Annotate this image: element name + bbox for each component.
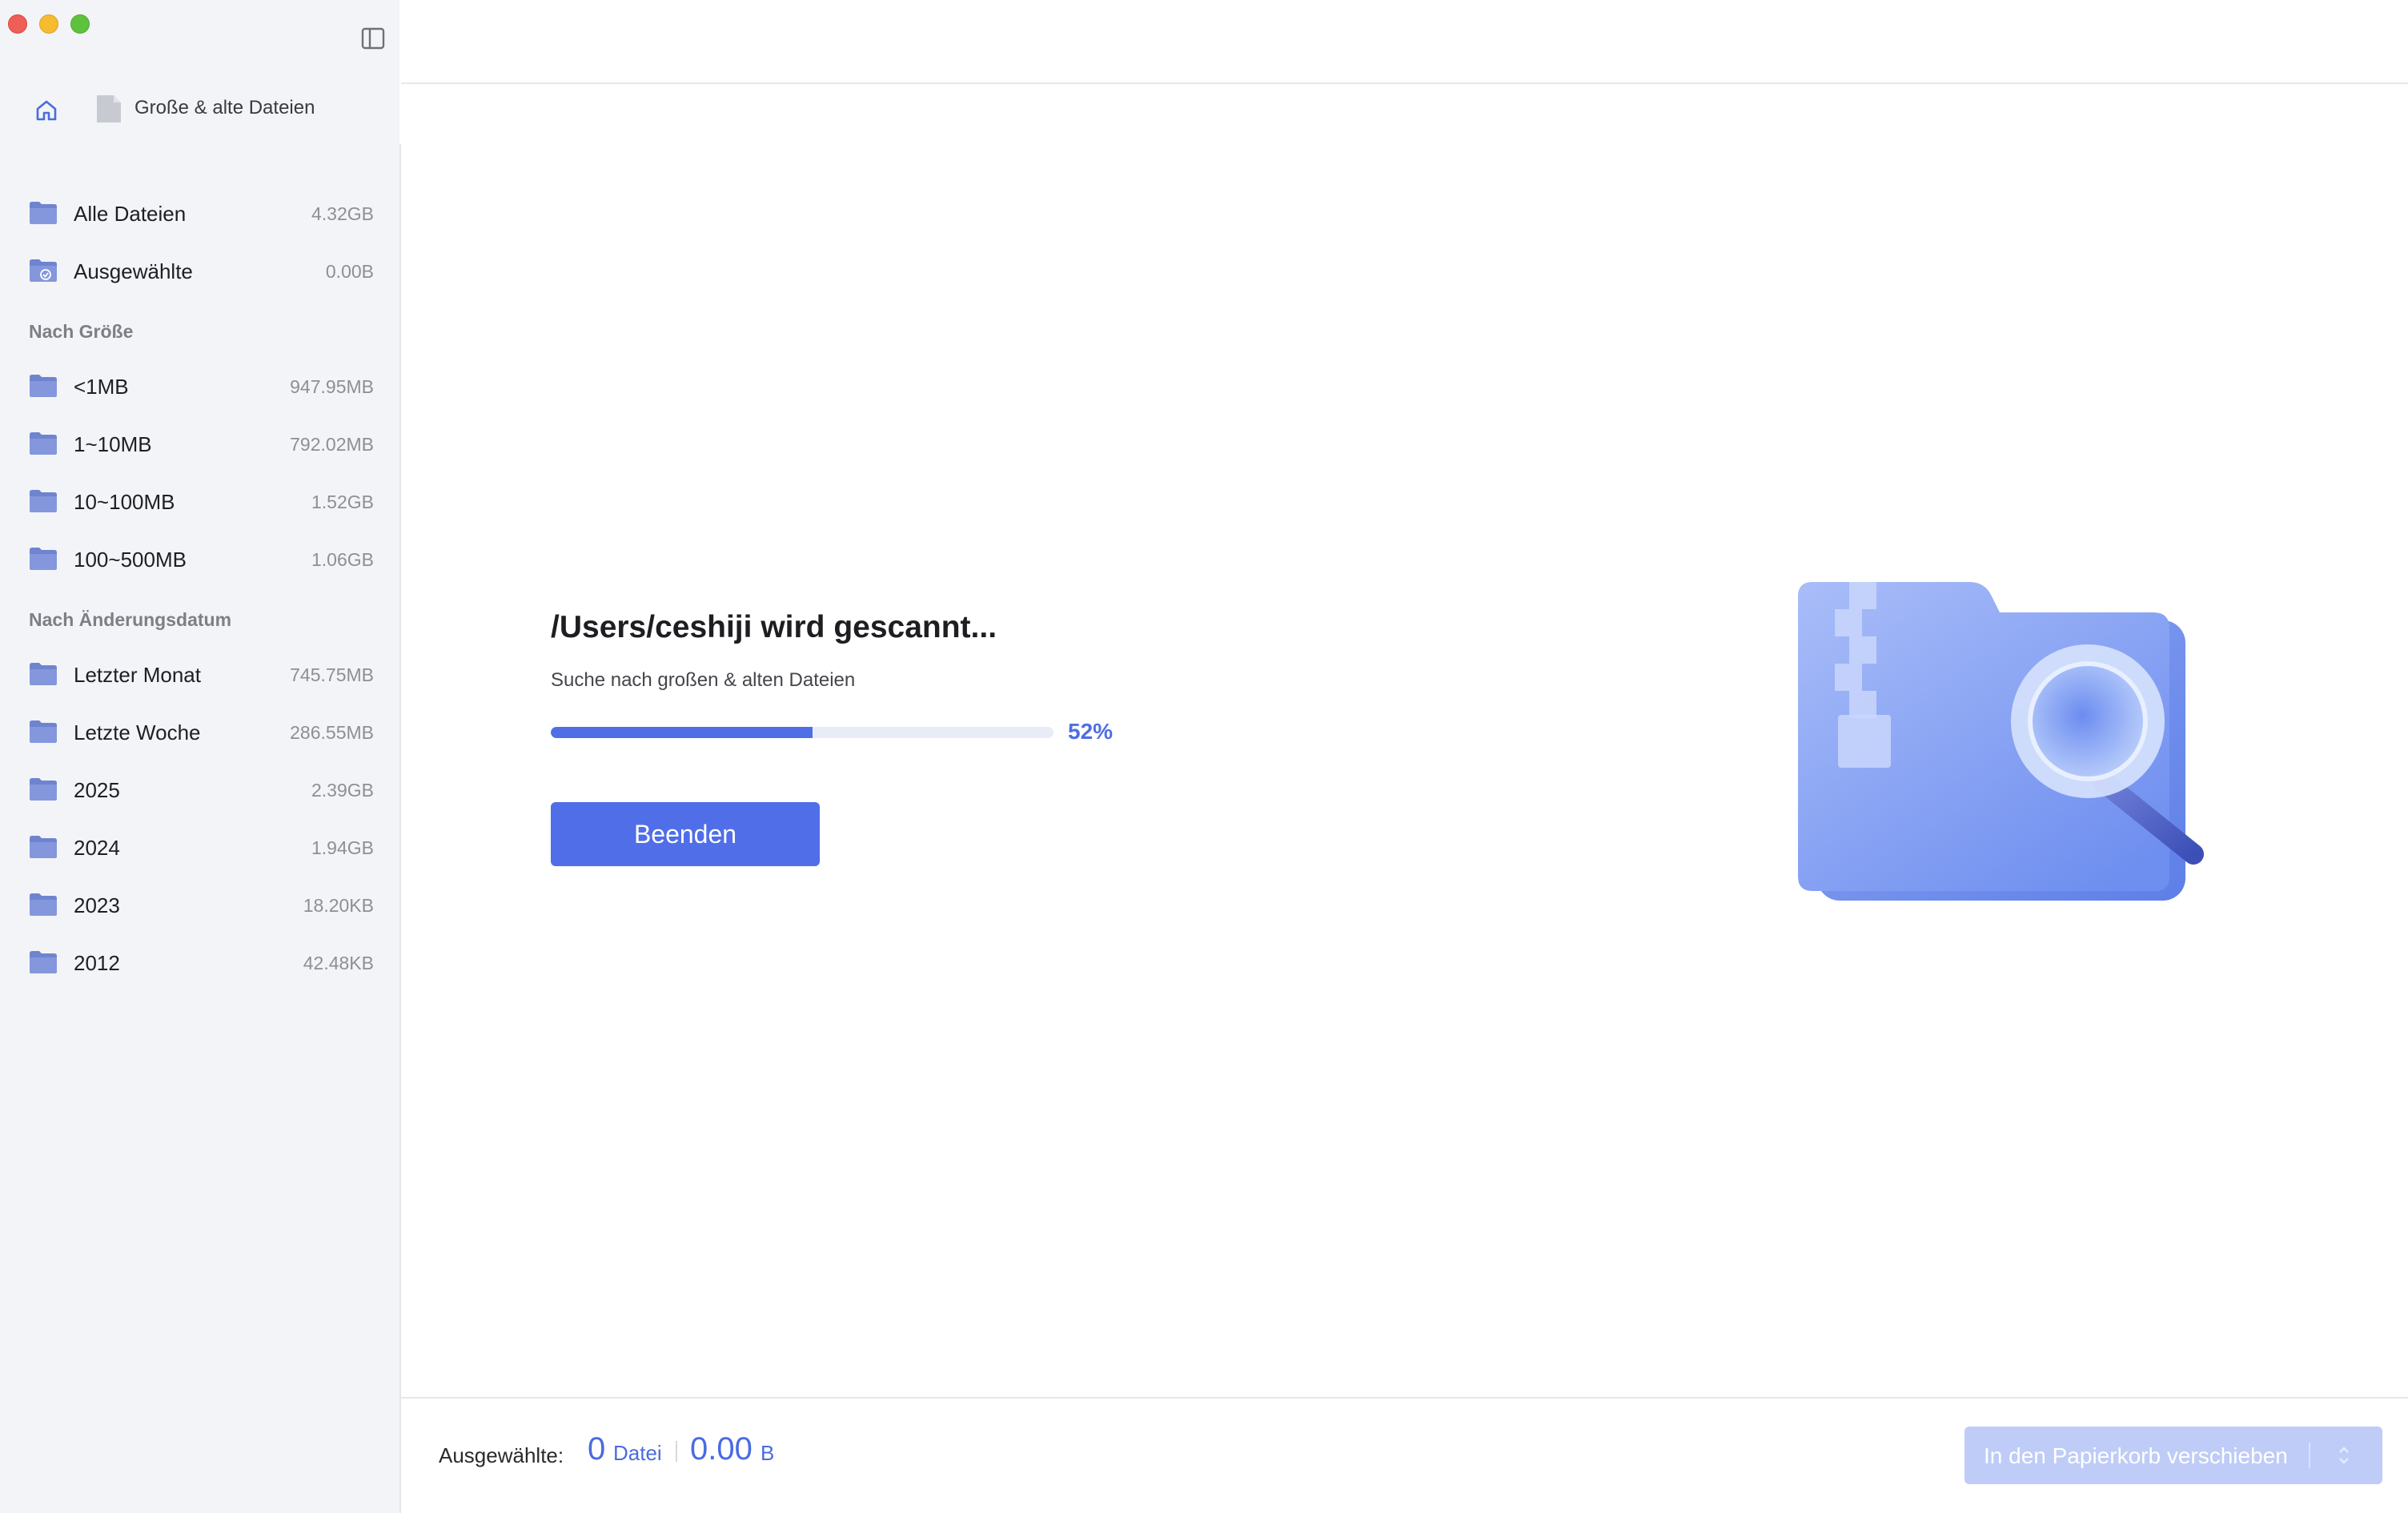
scan-progress-fill <box>551 727 813 738</box>
sidebar-item-selected[interactable]: Ausgewählte 0.00B <box>0 247 399 295</box>
section-heading-size: Nach Größe <box>29 321 134 342</box>
sidebar-item-size: 1.06GB <box>311 549 374 570</box>
sidebar-item-size: 2.39GB <box>311 780 374 801</box>
sidebar-item-label: 2024 <box>74 836 120 860</box>
sidebar-item-label: 10~100MB <box>74 490 175 514</box>
folder-icon <box>30 951 57 973</box>
sidebar-item-label: Alle Dateien <box>74 202 187 226</box>
folder-icon <box>30 375 57 397</box>
sidebar-item-size-10-100mb[interactable]: 10~100MB 1.52GB <box>0 478 399 526</box>
sidebar-item-2024[interactable]: 2024 1.94GB <box>0 824 399 872</box>
footer-separator <box>676 1441 677 1462</box>
sidebar-item-label: 1~10MB <box>74 432 152 456</box>
sidebar-item-2025[interactable]: 2025 2.39GB <box>0 766 399 814</box>
sidebar-item-size: 792.02MB <box>290 434 374 455</box>
window-close-button[interactable] <box>8 14 27 34</box>
sidebar-item-label: Ausgewählte <box>74 259 193 283</box>
sidebar-item-2012[interactable]: 2012 42.48KB <box>0 939 399 987</box>
selected-count-unit: Datei <box>613 1441 662 1465</box>
sidebar-item-size-lt1mb[interactable]: <1MB 947.95MB <box>0 363 399 411</box>
sidebar-item-label: 2023 <box>74 893 120 917</box>
sidebar-item-size: 18.20KB <box>303 895 374 916</box>
sidebar-item-2023[interactable]: 2023 18.20KB <box>0 881 399 929</box>
breadcrumb-current: Große & alte Dateien <box>134 97 315 118</box>
home-icon[interactable] <box>32 96 61 125</box>
scan-progress-percent: 52% <box>1068 719 1114 744</box>
sidebar-item-size: 4.32GB <box>311 203 374 224</box>
sidebar: Große & alte Dateien Alle Dateien 4.32GB… <box>0 0 399 1513</box>
chevron-up-down-icon[interactable] <box>2334 1441 2354 1470</box>
sidebar-item-size-100-500mb[interactable]: 100~500MB 1.06GB <box>0 536 399 584</box>
folder-icon <box>30 663 57 685</box>
sidebar-item-label: 2025 <box>74 778 120 802</box>
folder-icon <box>30 778 57 801</box>
folder-check-icon <box>30 259 57 282</box>
document-icon <box>97 95 121 122</box>
sidebar-item-last-week[interactable]: Letzte Woche 286.55MB <box>0 708 399 756</box>
window-minimize-button[interactable] <box>39 14 58 34</box>
selected-size-unit: B <box>761 1441 775 1465</box>
sidebar-divider <box>399 144 401 1513</box>
sidebar-item-label: 2012 <box>74 951 120 975</box>
selected-count: 0 <box>588 1431 606 1467</box>
move-to-trash-label: In den Papierkorb verschieben <box>1984 1443 2288 1468</box>
sidebar-item-label: 100~500MB <box>74 548 187 572</box>
folder-icon <box>30 893 57 916</box>
folder-icon <box>30 720 57 743</box>
sidebar-item-label: <1MB <box>74 375 129 399</box>
selected-label: Ausgewählte: <box>439 1443 564 1467</box>
sidebar-item-size: 286.55MB <box>290 722 374 743</box>
stop-scan-button[interactable]: Beenden <box>551 802 820 866</box>
sidebar-item-size: 1.94GB <box>311 837 374 858</box>
sidebar-item-last-month[interactable]: Letzter Monat 745.75MB <box>0 651 399 699</box>
button-separator <box>2309 1443 2310 1468</box>
header-divider <box>401 82 2408 84</box>
sidebar-item-all-files[interactable]: Alle Dateien 4.32GB <box>0 190 399 238</box>
sidebar-item-size: 42.48KB <box>303 953 374 973</box>
selected-size: 0.00 <box>690 1431 752 1467</box>
scan-progress-bar <box>551 727 1054 738</box>
footer-divider <box>401 1397 2408 1399</box>
folder-icon <box>30 490 57 512</box>
scan-subtitle: Suche nach großen & alten Dateien <box>551 669 856 691</box>
window-maximize-button[interactable] <box>70 14 90 34</box>
sidebar-item-size-1-10mb[interactable]: 1~10MB 792.02MB <box>0 420 399 468</box>
folder-icon <box>30 548 57 570</box>
folder-search-illustration <box>1798 582 2204 901</box>
folder-icon <box>30 432 57 455</box>
move-to-trash-button[interactable]: In den Papierkorb verschieben <box>1965 1427 2382 1484</box>
sidebar-item-size: 745.75MB <box>290 664 374 685</box>
sidebar-toggle-icon[interactable] <box>360 26 386 51</box>
section-heading-date: Nach Änderungsdatum <box>29 609 232 630</box>
folder-icon <box>30 836 57 858</box>
sidebar-item-label: Letzte Woche <box>74 720 201 744</box>
scan-title: /Users/ceshiji wird gescannt... <box>551 610 997 644</box>
sidebar-item-label: Letzter Monat <box>74 663 201 687</box>
sidebar-item-size: 947.95MB <box>290 376 374 397</box>
folder-icon <box>30 202 57 224</box>
sidebar-item-size: 0.00B <box>325 261 374 282</box>
sidebar-item-size: 1.52GB <box>311 492 374 512</box>
